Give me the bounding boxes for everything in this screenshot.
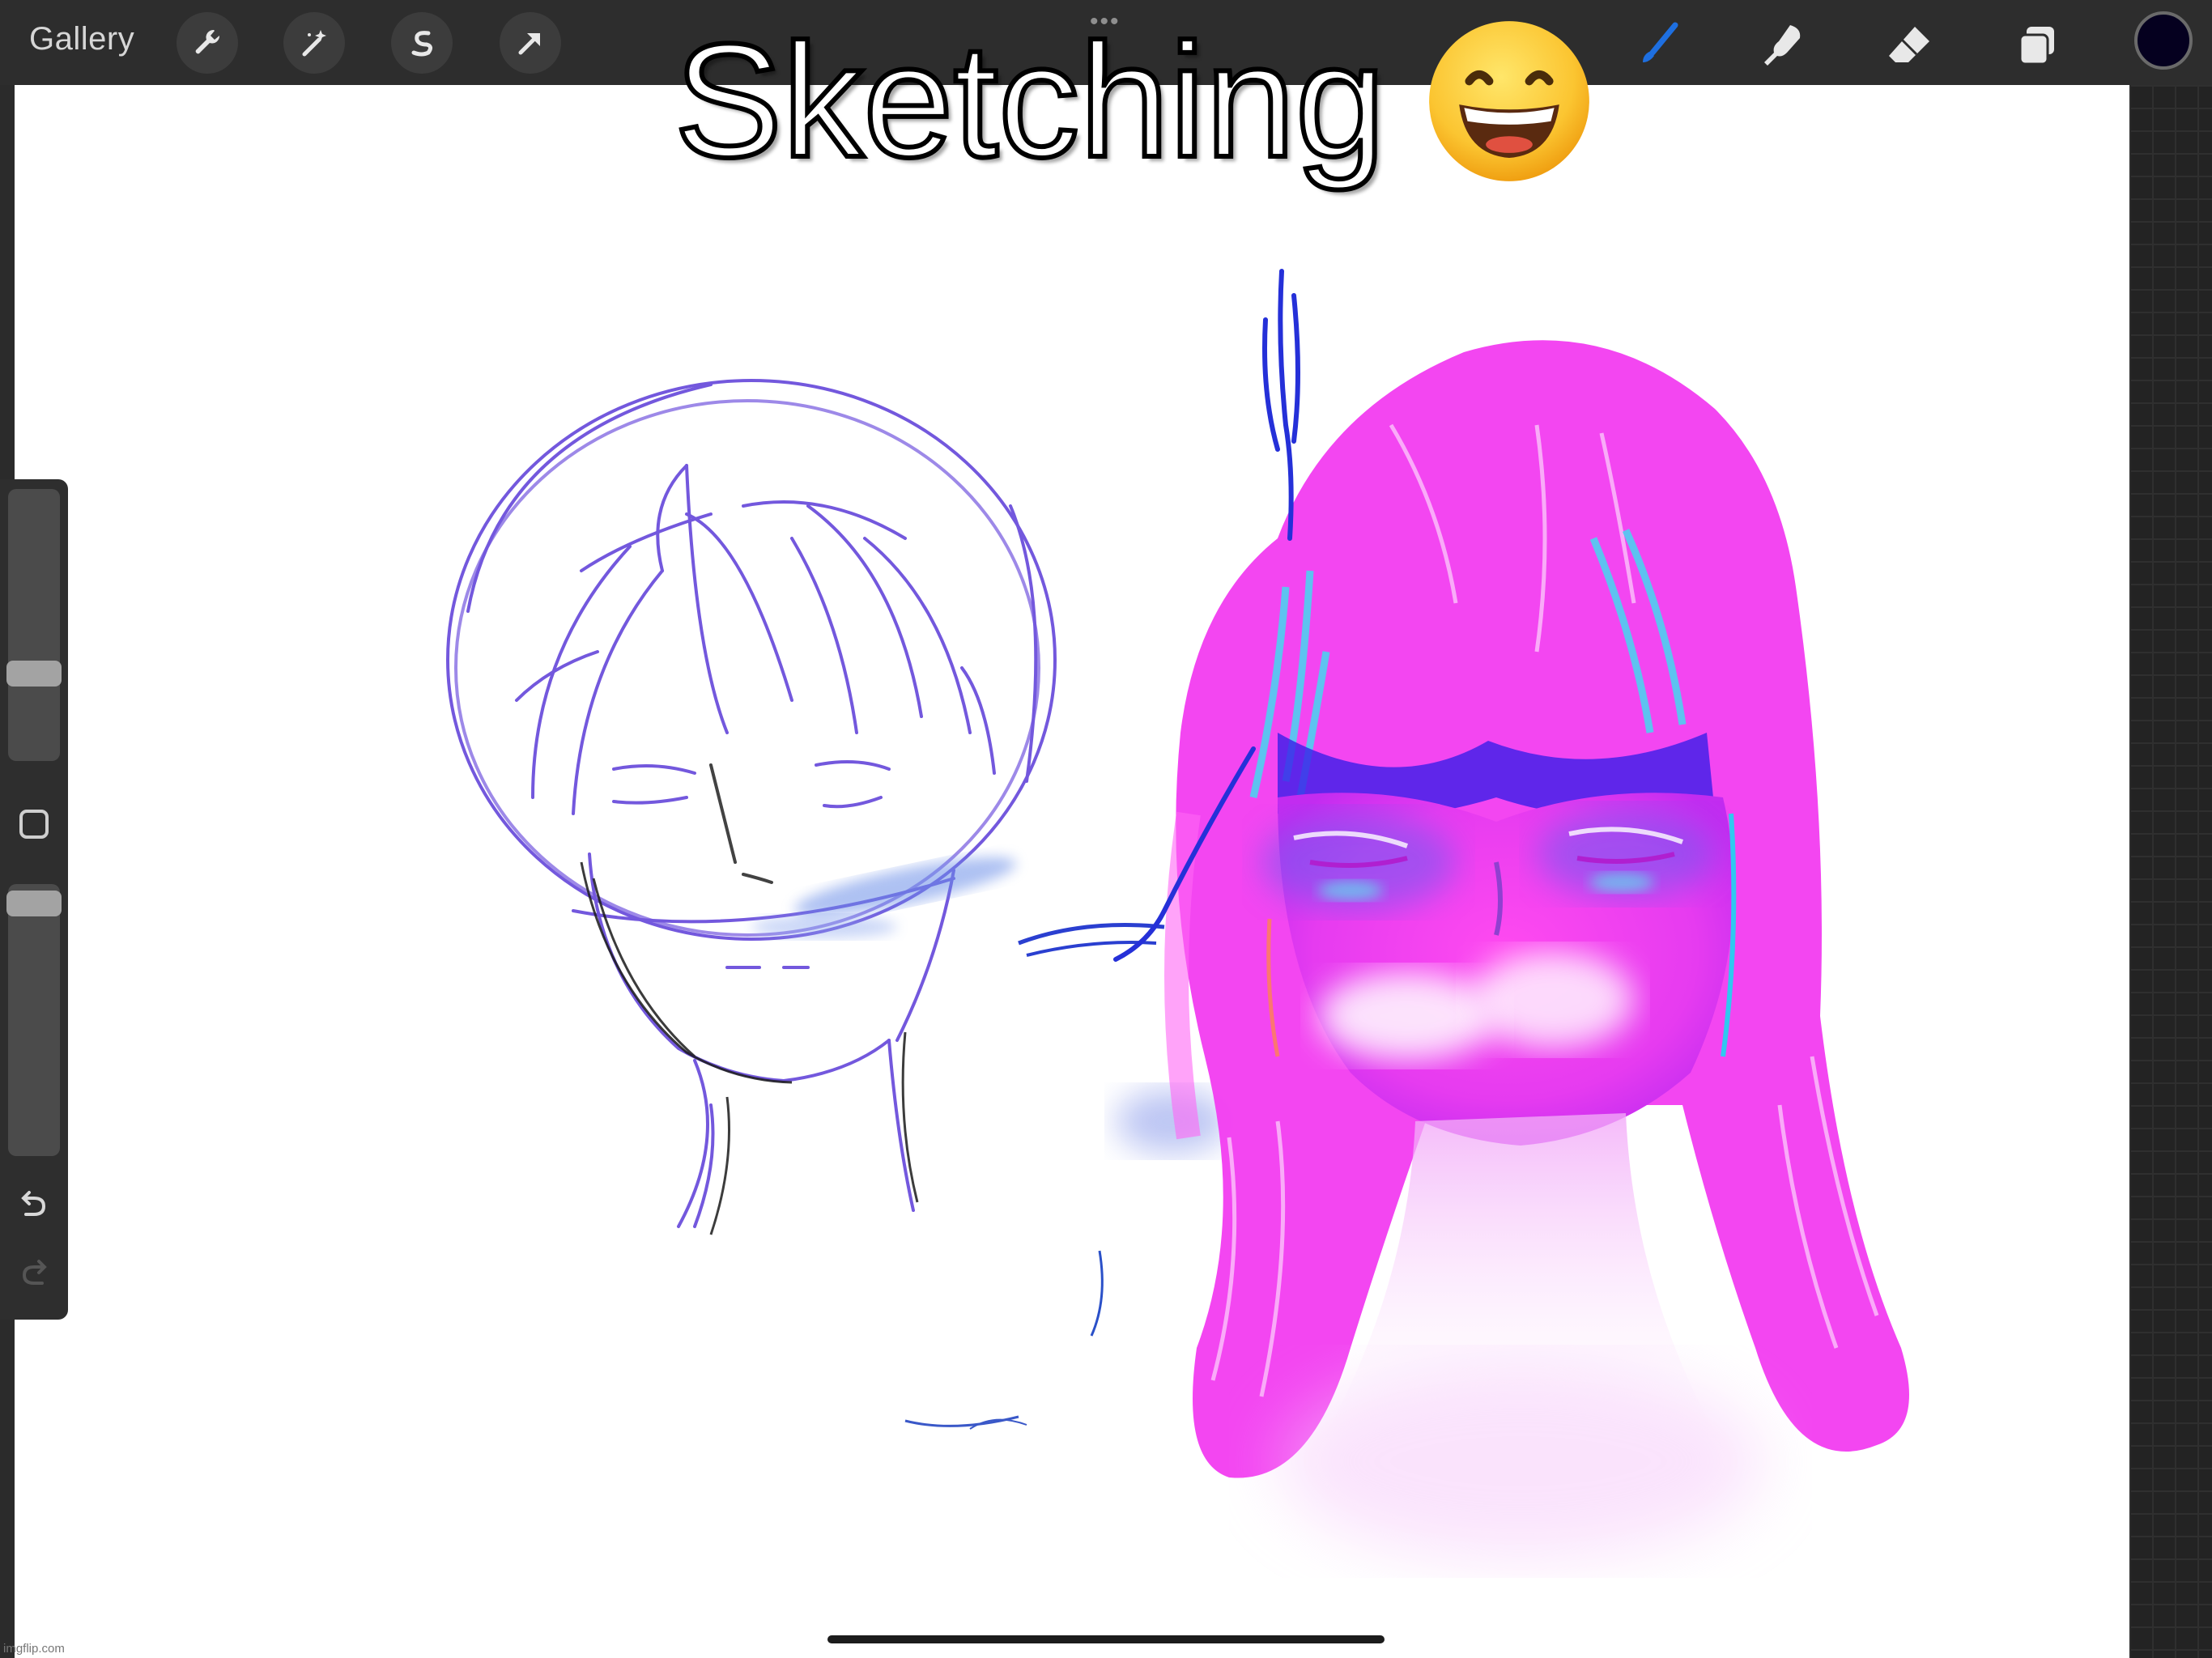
magic-wand-icon[interactable] (283, 12, 345, 74)
drawing-canvas[interactable] (15, 85, 2129, 1658)
pink-painted-head (1113, 269, 1909, 1558)
wrench-icon[interactable] (177, 12, 238, 74)
left-sidebar (0, 479, 68, 1320)
home-indicator[interactable] (827, 1635, 1385, 1643)
color-swatch[interactable] (2134, 11, 2193, 70)
brush-size-thumb[interactable] (6, 661, 62, 687)
eyedropper-square-icon[interactable] (19, 810, 49, 839)
redo-icon[interactable] (15, 1252, 53, 1291)
undo-icon[interactable] (15, 1184, 53, 1222)
opacity-slider[interactable] (6, 884, 62, 1156)
layers-icon[interactable] (2008, 16, 2066, 74)
brush-icon[interactable] (1629, 16, 1687, 74)
eraser-icon[interactable] (1880, 16, 1938, 74)
selection-icon[interactable] (391, 12, 453, 74)
gallery-button[interactable]: Gallery (29, 21, 134, 57)
brush-size-slider[interactable] (6, 489, 62, 761)
top-toolbar: Gallery ••• (0, 0, 2212, 85)
offcanvas-grid (2129, 85, 2212, 1658)
smudge-icon[interactable] (1754, 16, 1812, 74)
purple-head-sketch (446, 379, 1057, 1228)
transform-arrow-icon[interactable] (500, 12, 561, 74)
artwork (446, 269, 1909, 1558)
grab-handle[interactable]: ••• (1090, 10, 1121, 34)
opacity-thumb[interactable] (6, 891, 62, 916)
watermark-text: imgflip.com (3, 1642, 65, 1656)
blue-smudge (751, 857, 1229, 1430)
